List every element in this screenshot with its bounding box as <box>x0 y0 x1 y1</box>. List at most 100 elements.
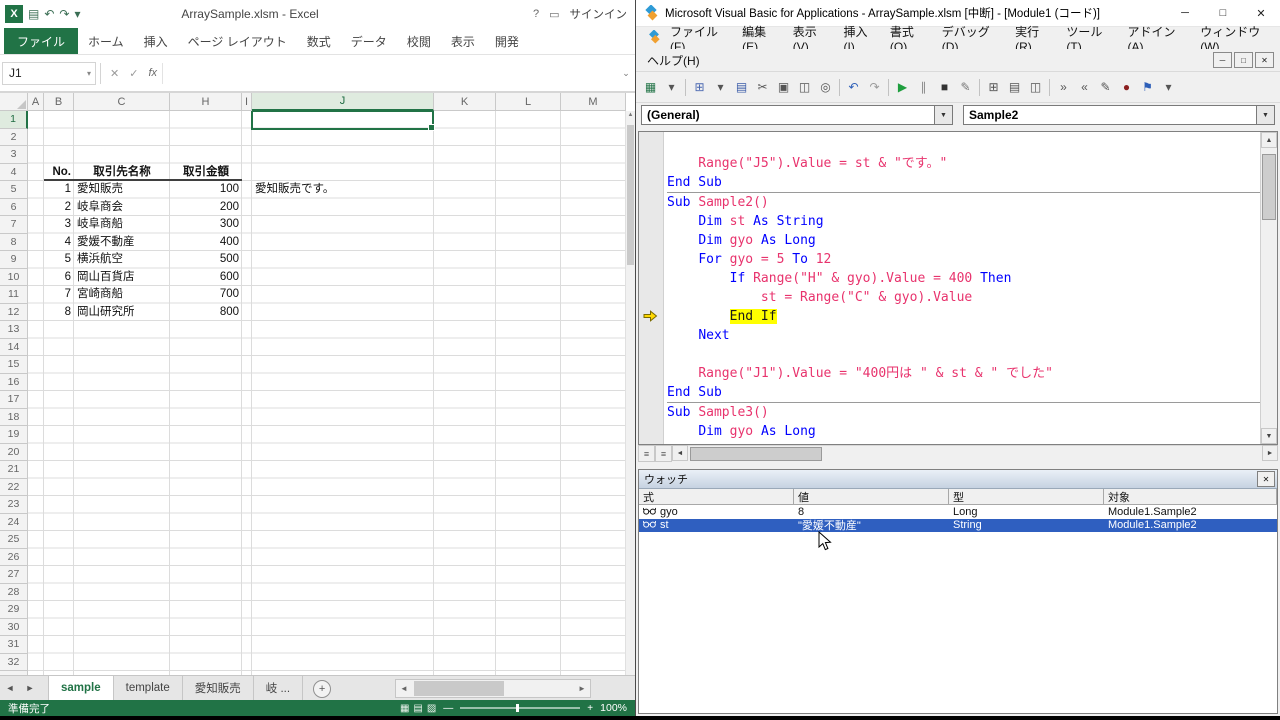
code-line-5[interactable]: Dim gyo As Long <box>667 231 1260 250</box>
menu-item[interactable]: 表示(V) <box>786 27 837 49</box>
outdent-icon[interactable]: « <box>1074 77 1095 97</box>
watch-close-icon[interactable]: ✕ <box>1257 471 1275 487</box>
watch-column-header[interactable]: 式 <box>639 489 794 505</box>
grid[interactable]: No.取引先名称取引金額1愛知販売100愛知販売です。2岐阜商会2003岐阜商船… <box>28 111 626 675</box>
mdi-restore-button[interactable]: □ <box>1234 52 1253 68</box>
cell-H4[interactable]: 取引金額 <box>170 164 242 182</box>
menu-item[interactable]: 編集(E) <box>735 27 786 49</box>
column-header-C[interactable]: C <box>74 93 170 111</box>
worksheet-vertical-scrollbar[interactable]: ▲ <box>625 111 635 675</box>
code-line-12[interactable]: Range("J1").Value = "400円は " & st & " でし… <box>667 364 1260 383</box>
cell-B5[interactable]: 1 <box>44 181 74 199</box>
reset-icon[interactable]: ■ <box>934 77 955 97</box>
scroll-track[interactable] <box>412 680 574 697</box>
redo-icon[interactable]: ↷ <box>864 77 885 97</box>
cell-B9[interactable]: 5 <box>44 251 74 269</box>
cell-H5[interactable]: 100 <box>170 181 242 199</box>
ribbon-tab-7[interactable]: 表示 <box>441 28 485 54</box>
row-header-29[interactable]: 29 <box>0 601 28 619</box>
column-header-H[interactable]: H <box>170 93 242 111</box>
menu-item[interactable]: ファイル(F) <box>663 27 735 49</box>
code-line-11[interactable] <box>667 345 1260 364</box>
menu-item[interactable]: 挿入(I) <box>836 27 882 49</box>
menu-item[interactable]: 書式(O) <box>883 27 935 49</box>
cut-icon[interactable]: ✂ <box>752 77 773 97</box>
save-icon[interactable]: ▤ <box>731 77 752 97</box>
row-header-31[interactable]: 31 <box>0 636 28 654</box>
row-header-20[interactable]: 20 <box>0 444 28 462</box>
toolbar-options-icon[interactable]: ▾ <box>1158 77 1179 97</box>
insert-dropdown-icon[interactable]: ▾ <box>710 77 731 97</box>
sheet-tab[interactable]: 岐 ... <box>254 676 303 700</box>
column-header-M[interactable]: M <box>561 93 626 111</box>
column-header-A[interactable]: A <box>28 93 44 111</box>
row-header-16[interactable]: 16 <box>0 374 28 392</box>
cell-J5[interactable]: 愛知販売です。 <box>252 181 434 199</box>
code-vertical-scrollbar[interactable]: ▲ ▼ <box>1260 132 1277 444</box>
cell-B8[interactable]: 4 <box>44 234 74 252</box>
scroll-down-icon[interactable]: ▼ <box>1261 428 1277 444</box>
project-explorer-icon[interactable]: ⊞ <box>983 77 1004 97</box>
code-line-2[interactable]: End Sub <box>667 173 1260 193</box>
row-header-7[interactable]: 7 <box>0 216 28 234</box>
cell-B4[interactable]: No. <box>44 164 74 182</box>
code-line-15[interactable]: Dim gyo As Long <box>667 422 1260 441</box>
signin-label[interactable]: サインイン <box>570 6 628 22</box>
name-box-dropdown-icon[interactable]: ▾ <box>83 69 95 78</box>
row-header-13[interactable]: 13 <box>0 321 28 339</box>
cell-B10[interactable]: 6 <box>44 269 74 287</box>
menu-item[interactable]: ツール(T) <box>1059 27 1120 49</box>
row-header-10[interactable]: 10 <box>0 269 28 287</box>
ribbon-tab-8[interactable]: 開発 <box>485 28 529 54</box>
row-header-2[interactable]: 2 <box>0 129 28 147</box>
scroll-thumb[interactable] <box>627 125 634 265</box>
code-line-6[interactable]: For gyo = 5 To 12 <box>667 250 1260 269</box>
cell-C7[interactable]: 岐阜商船 <box>74 216 170 234</box>
watch-row[interactable]: st"愛媛不動産"StringModule1.Sample2 <box>639 519 1277 533</box>
sheet-tab[interactable]: template <box>114 676 183 700</box>
scroll-right-icon[interactable]: ► <box>1262 445 1278 461</box>
zoom-in-button[interactable]: + <box>587 703 593 714</box>
code-line-14[interactable]: Sub Sample3() <box>667 403 1260 422</box>
zoom-out-button[interactable]: — <box>443 703 453 714</box>
view-excel-icon[interactable]: ▦ <box>640 77 661 97</box>
row-header-32[interactable]: 32 <box>0 654 28 672</box>
cell-C5[interactable]: 愛知販売 <box>74 181 170 199</box>
undo-icon[interactable]: ↶ <box>44 7 54 21</box>
cell-C6[interactable]: 岐阜商会 <box>74 199 170 217</box>
combo-dropdown-icon[interactable]: ▼ <box>1256 106 1274 124</box>
code-line-3[interactable]: Sub Sample2() <box>667 193 1260 212</box>
formula-enter-icon[interactable]: ✓ <box>124 67 143 80</box>
sheet-tab[interactable]: 愛知販売 <box>183 676 254 700</box>
normal-view-icon[interactable]: ▦ <box>400 703 409 714</box>
full-module-view-button[interactable]: ≡ <box>655 445 672 462</box>
row-header-26[interactable]: 26 <box>0 549 28 567</box>
run-icon[interactable]: ▶ <box>892 77 913 97</box>
row-header-28[interactable]: 28 <box>0 584 28 602</box>
menu-item[interactable]: 実行(R) <box>1008 27 1059 49</box>
cell-B12[interactable]: 8 <box>44 304 74 322</box>
cell-C10[interactable]: 岡山百貨店 <box>74 269 170 287</box>
row-header-21[interactable]: 21 <box>0 461 28 479</box>
cell-H6[interactable]: 200 <box>170 199 242 217</box>
indent-icon[interactable]: » <box>1053 77 1074 97</box>
row-header-8[interactable]: 8 <box>0 234 28 252</box>
scroll-thumb[interactable] <box>1262 154 1276 220</box>
worksheet-horizontal-scrollbar[interactable]: ◄ ► <box>395 679 591 698</box>
row-header-9[interactable]: 9 <box>0 251 28 269</box>
select-all-corner[interactable] <box>0 93 28 111</box>
menu-help[interactable]: ヘルプ(H) <box>640 49 707 71</box>
properties-window-icon[interactable]: ▤ <box>1004 77 1025 97</box>
procedure-combo[interactable]: Sample2 ▼ <box>963 105 1275 125</box>
insert-userform-icon[interactable]: ⊞ <box>689 77 710 97</box>
formula-expand-icon[interactable]: ⌄ <box>619 68 633 79</box>
toggle-breakpoint-icon[interactable]: ● <box>1116 77 1137 97</box>
scroll-thumb[interactable] <box>414 681 504 696</box>
break-icon[interactable]: ∥ <box>913 77 934 97</box>
code-line-10[interactable]: Next <box>667 326 1260 345</box>
scroll-left-icon[interactable]: ◄ <box>396 680 412 697</box>
object-browser-icon[interactable]: ◫ <box>1025 77 1046 97</box>
cell-H8[interactable]: 400 <box>170 234 242 252</box>
column-header-J[interactable]: J <box>252 93 434 111</box>
row-header-30[interactable]: 30 <box>0 619 28 637</box>
